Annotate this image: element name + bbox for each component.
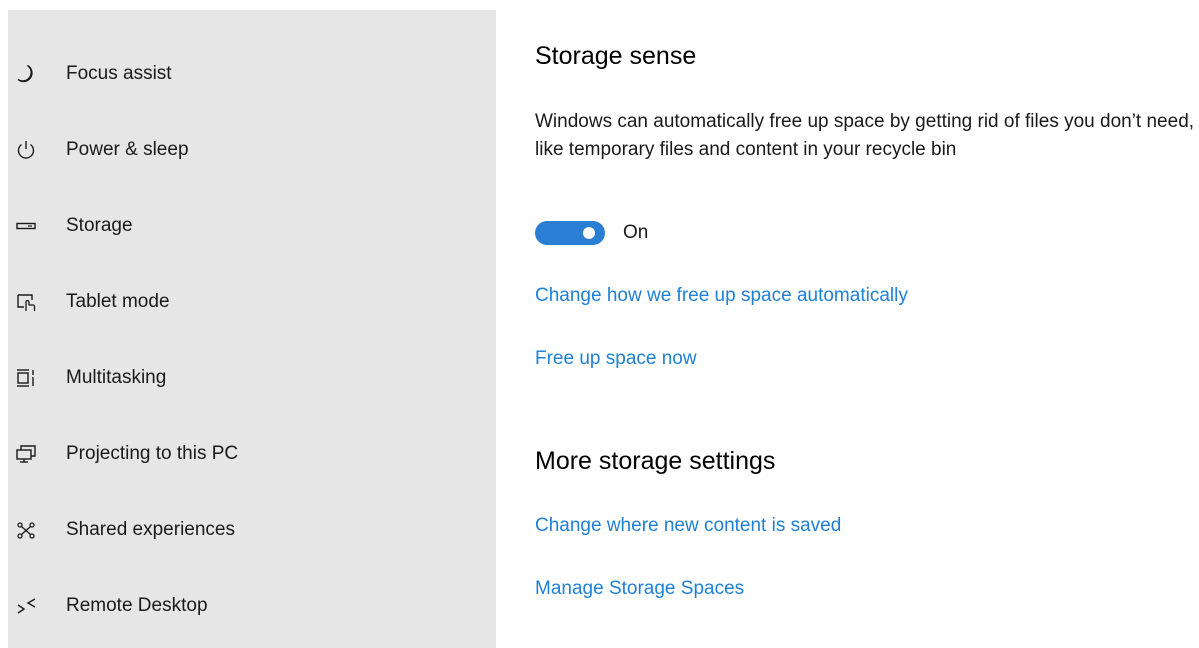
sidebar-item-storage[interactable]: Storage (8, 200, 496, 252)
sidebar-item-remote-desktop[interactable]: Remote Desktop (8, 580, 496, 632)
sidebar: Focus assist Power & sleep Storage Table… (8, 10, 496, 648)
sidebar-item-label: Multitasking (66, 367, 167, 388)
shared-experiences-icon (14, 518, 38, 542)
change-new-content-location-link[interactable]: Change where new content is saved (535, 515, 841, 537)
more-storage-settings-heading: More storage settings (535, 447, 776, 475)
sidebar-item-shared-experiences[interactable]: Shared experiences (8, 504, 496, 556)
sidebar-item-focus-assist[interactable]: Focus assist (8, 48, 496, 100)
sidebar-item-label: Focus assist (66, 63, 172, 84)
free-up-space-now-link[interactable]: Free up space now (535, 348, 697, 370)
sidebar-item-label: Shared experiences (66, 519, 235, 540)
sidebar-item-label: Remote Desktop (66, 595, 208, 616)
sidebar-item-label: Projecting to this PC (66, 443, 239, 464)
storage-sense-description: Windows can automatically free up space … (535, 111, 1195, 160)
storage-drive-icon (14, 214, 38, 238)
change-free-up-space-link[interactable]: Change how we free up space automaticall… (535, 285, 908, 307)
sidebar-item-label: Tablet mode (66, 291, 170, 312)
power-icon (14, 138, 38, 162)
settings-window: Focus assist Power & sleep Storage Table… (0, 0, 1199, 648)
storage-sense-heading: Storage sense (535, 42, 697, 70)
sidebar-item-multitasking[interactable]: Multitasking (8, 352, 496, 404)
toggle-state-label: On (623, 222, 649, 243)
moon-icon (14, 62, 38, 86)
sidebar-item-label: Power & sleep (66, 139, 189, 160)
projecting-icon (14, 442, 38, 466)
toggle-knob (583, 227, 595, 239)
manage-storage-spaces-link[interactable]: Manage Storage Spaces (535, 578, 744, 600)
storage-sense-toggle-row: On (535, 220, 648, 246)
remote-desktop-icon (14, 594, 38, 618)
tablet-mode-icon (14, 290, 38, 314)
sidebar-item-tablet-mode[interactable]: Tablet mode (8, 276, 496, 328)
sidebar-item-projecting[interactable]: Projecting to this PC (8, 428, 496, 480)
multitasking-icon (14, 366, 38, 390)
sidebar-item-power-sleep[interactable]: Power & sleep (8, 124, 496, 176)
storage-sense-toggle[interactable] (535, 221, 605, 245)
main-content: Storage sense Windows can automatically … (535, 0, 1199, 648)
sidebar-item-label: Storage (66, 215, 133, 236)
